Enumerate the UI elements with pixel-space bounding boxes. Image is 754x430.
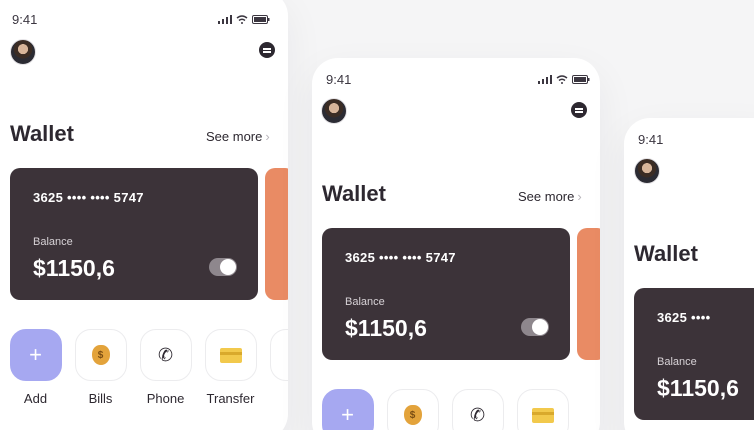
action-partial[interactable]: T — [263, 329, 288, 406]
action-label: Phone — [146, 391, 185, 406]
status-time: 9:41 — [12, 12, 38, 27]
action-bills[interactable]: $ — [380, 389, 445, 430]
status-bar: 9:41 — [0, 12, 288, 32]
phone-screen-2: 9:41 Wallet See more › 3625 •••• •••• 574… — [312, 58, 600, 430]
next-card-peek[interactable] — [265, 168, 288, 300]
see-more-label: See more — [518, 189, 575, 204]
chat-icon[interactable] — [259, 42, 275, 58]
action-bills[interactable]: $ Bills — [68, 329, 133, 406]
see-more-label: See more — [206, 129, 263, 144]
action-label: Transfer — [206, 391, 255, 406]
balance-amount: $1150,6 — [657, 375, 739, 401]
credit-card-icon — [219, 347, 242, 363]
action-transfer[interactable]: Transfer — [198, 329, 263, 406]
battery-icon — [252, 15, 270, 24]
balance-amount: $1150,6 — [33, 255, 115, 281]
transfer-button[interactable] — [516, 389, 569, 430]
phone-button[interactable]: ✆ — [451, 389, 504, 430]
status-icons — [538, 75, 590, 84]
signal-icon — [538, 75, 552, 84]
add-button[interactable]: + — [321, 389, 374, 430]
signal-icon — [218, 15, 232, 24]
phone-icon: ✆ — [469, 404, 486, 425]
see-more-link[interactable]: See more › — [518, 189, 582, 204]
phone-button[interactable]: ✆ — [139, 329, 192, 381]
action-add[interactable]: + — [315, 389, 380, 430]
chevron-right-icon: › — [577, 189, 582, 204]
wallet-card[interactable]: 3625 •••• •••• 5747 Balance $1150,6 — [322, 228, 570, 360]
avatar[interactable] — [634, 158, 660, 184]
action-transfer[interactable] — [510, 389, 575, 430]
credit-card-icon — [531, 407, 554, 423]
quick-actions: + $ ✆ — [315, 389, 575, 430]
bills-button[interactable]: $ — [74, 329, 127, 381]
add-button[interactable]: + — [9, 329, 62, 381]
transfer-button[interactable] — [204, 329, 257, 381]
money-bag-icon: $ — [91, 345, 110, 365]
see-more-link[interactable]: See more › — [206, 129, 270, 144]
phone-icon: ✆ — [157, 344, 174, 365]
chat-icon[interactable] — [571, 102, 587, 118]
quick-actions: + Add $ Bills ✆ Phone Transfer T — [3, 329, 288, 406]
partial-button[interactable] — [269, 329, 288, 381]
money-bag-icon: $ — [403, 405, 422, 425]
wallet-card[interactable]: 3625 •••• •••• 5747 Balance $1150,6 — [10, 168, 258, 300]
plus-icon: + — [341, 402, 354, 427]
page-title: Wallet — [634, 241, 698, 266]
plus-icon: + — [29, 342, 42, 367]
status-bar: 9:41 — [312, 72, 600, 92]
action-add[interactable]: + Add — [3, 329, 68, 406]
status-time: 9:41 — [326, 72, 352, 87]
card-number: 3625 •••• — [657, 310, 711, 325]
card-toggle[interactable] — [521, 318, 549, 336]
phone-screen-3: 9:41 Wallet 3625 •••• Balance $1150,6 — [624, 118, 754, 430]
action-label: Add — [23, 391, 48, 406]
balance-label: Balance — [345, 296, 385, 308]
wallet-card[interactable]: 3625 •••• Balance $1150,6 — [634, 288, 754, 420]
status-icons — [218, 15, 270, 24]
card-number: 3625 •••• •••• 5747 — [345, 250, 456, 265]
status-time: 9:41 — [638, 132, 664, 147]
bills-button[interactable]: $ — [386, 389, 439, 430]
chevron-right-icon: › — [265, 129, 270, 144]
phone-screen-1: 9:41 Wallet See more › 3625 •••• •••• 574… — [0, 0, 288, 430]
wifi-icon — [556, 75, 568, 84]
action-phone[interactable]: ✆ Phone — [133, 329, 198, 406]
next-card-peek[interactable] — [577, 228, 600, 360]
action-phone[interactable]: ✆ — [445, 389, 510, 430]
balance-label: Balance — [657, 356, 697, 368]
status-bar: 9:41 — [624, 132, 754, 152]
page-title: Wallet — [322, 181, 386, 206]
avatar[interactable] — [321, 98, 347, 124]
page-title: Wallet — [10, 121, 74, 146]
action-label: Bills — [88, 391, 113, 406]
balance-label: Balance — [33, 236, 73, 248]
battery-icon — [572, 75, 590, 84]
balance-amount: $1150,6 — [345, 315, 427, 341]
card-toggle[interactable] — [209, 258, 237, 276]
wifi-icon — [236, 15, 248, 24]
card-number: 3625 •••• •••• 5747 — [33, 190, 144, 205]
avatar[interactable] — [10, 39, 36, 65]
